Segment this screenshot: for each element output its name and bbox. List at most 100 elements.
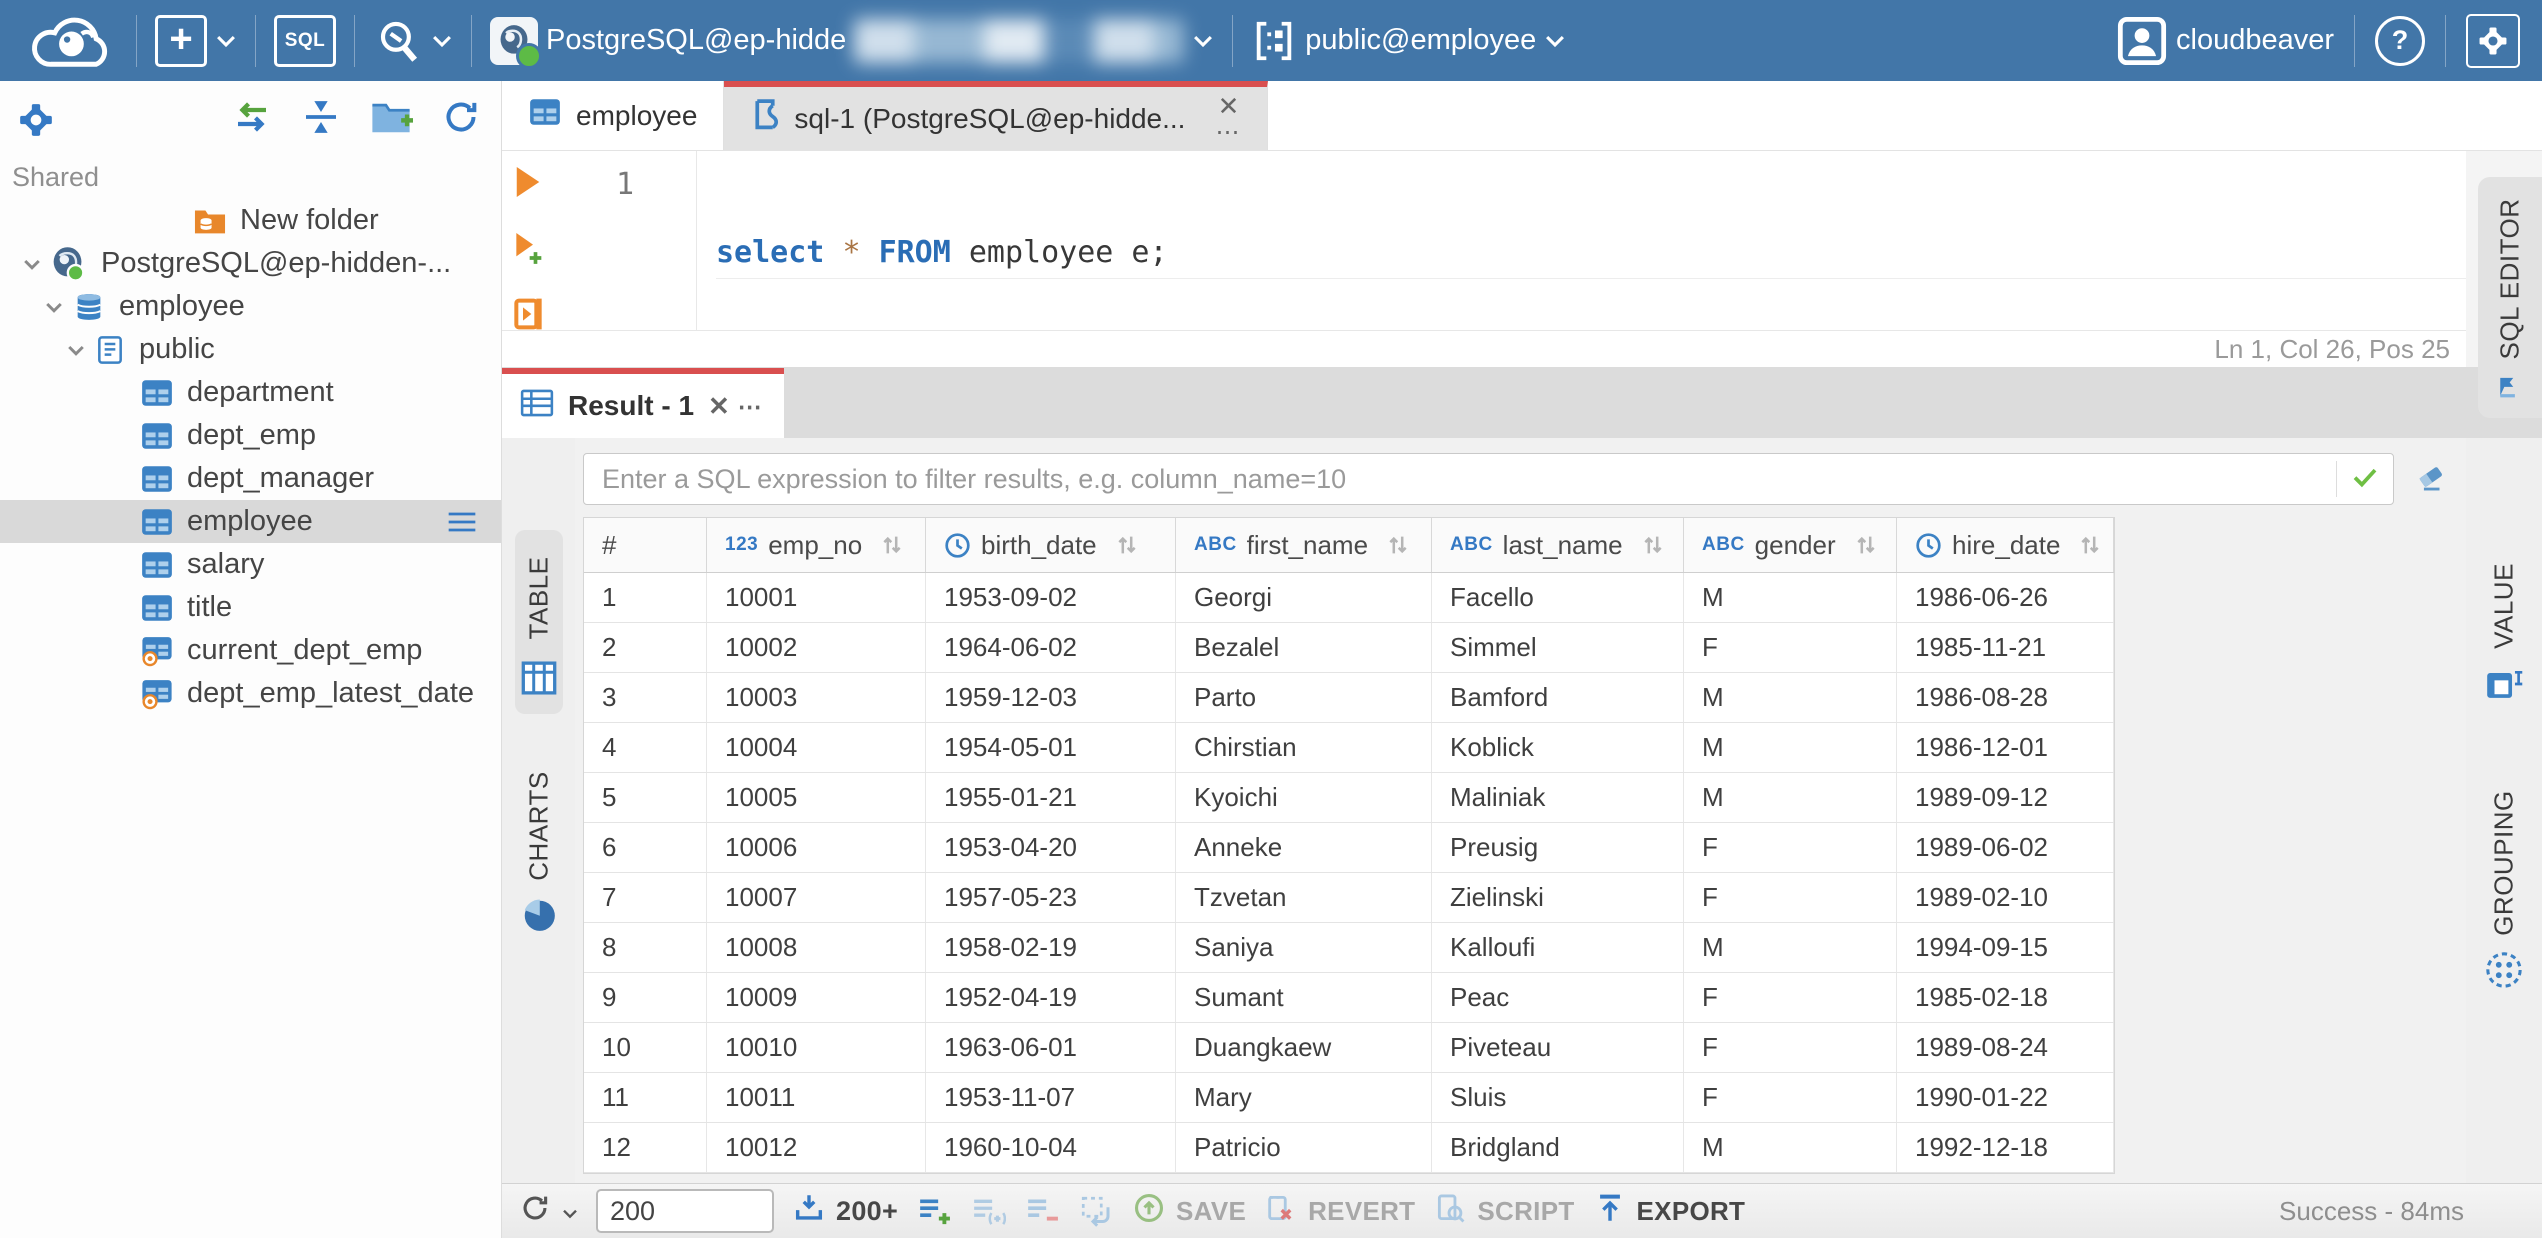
table-cell[interactable]: 1986-06-26 [1897, 573, 2114, 622]
settings-button[interactable] [2466, 13, 2520, 68]
code-area[interactable]: select * FROM employee e; [698, 151, 2466, 331]
table-cell[interactable]: Piveteau [1432, 1023, 1684, 1072]
delete-row-button[interactable] [1024, 1193, 1060, 1229]
table-cell[interactable]: 10009 [707, 973, 926, 1022]
row-number-cell[interactable]: 1 [584, 573, 707, 622]
table-cell[interactable]: 10008 [707, 923, 926, 972]
chevron-down-icon[interactable] [64, 338, 88, 362]
table-cell[interactable]: Simmel [1432, 623, 1684, 672]
column-header-emp_no[interactable]: 123 emp_no [707, 518, 926, 572]
table-cell[interactable]: Kalloufi [1432, 923, 1684, 972]
table-cell[interactable]: 1953-09-02 [926, 573, 1176, 622]
table-cell[interactable]: 10005 [707, 773, 926, 822]
tree-item[interactable]: salary [0, 543, 501, 586]
table-cell[interactable]: Preusig [1432, 823, 1684, 872]
table-cell[interactable]: Duangkaew [1176, 1023, 1432, 1072]
tree-item[interactable]: dept_emp [0, 414, 501, 457]
table-cell[interactable]: 1952-04-19 [926, 973, 1176, 1022]
table-cell[interactable]: 10001 [707, 573, 926, 622]
table-cell[interactable]: 1989-09-12 [1897, 773, 2114, 822]
sort-icon[interactable] [878, 531, 906, 559]
table-cell[interactable]: 10012 [707, 1123, 926, 1172]
table-cell[interactable]: 1989-02-10 [1897, 873, 2114, 922]
table-cell[interactable]: 1989-08-24 [1897, 1023, 2114, 1072]
table-cell[interactable]: 10004 [707, 723, 926, 772]
settings-gear-icon[interactable] [16, 100, 56, 140]
new-sql-editor-button[interactable]: SQL [274, 14, 336, 67]
table-cell[interactable]: 1960-10-04 [926, 1123, 1176, 1172]
duplicate-row-button[interactable] [970, 1193, 1007, 1229]
tab-employee[interactable]: employee [502, 81, 725, 150]
export-button[interactable]: EXPORT [1593, 1191, 1746, 1232]
column-header-rownum[interactable]: # [584, 518, 707, 572]
table-cell[interactable]: 1953-04-20 [926, 823, 1176, 872]
tree-item[interactable]: dept_manager [0, 457, 501, 500]
table-cell[interactable]: Bamford [1432, 673, 1684, 722]
table-cell[interactable]: Georgi [1176, 573, 1432, 622]
revert-button[interactable]: REVERT [1264, 1191, 1415, 1232]
save-button[interactable]: SAVE [1132, 1191, 1246, 1232]
tree-item[interactable]: public [0, 328, 501, 371]
tab-value[interactable]: VALUE [2481, 538, 2527, 718]
filter-input[interactable] [584, 463, 2336, 495]
table-cell[interactable]: M [1684, 923, 1897, 972]
sort-icon[interactable] [1852, 531, 1880, 559]
tree-item[interactable]: PostgreSQL@ep-hidden-... [0, 242, 501, 285]
row-number-cell[interactable]: 6 [584, 823, 707, 872]
table-cell[interactable]: M [1684, 673, 1897, 722]
new-folder-icon[interactable] [369, 98, 413, 141]
table-cell[interactable]: F [1684, 823, 1897, 872]
table-cell[interactable]: Bridgland [1432, 1123, 1684, 1172]
table-cell[interactable]: Anneke [1176, 823, 1432, 872]
collapse-all-icon[interactable] [301, 97, 341, 142]
table-cell[interactable]: Sluis [1432, 1073, 1684, 1122]
column-header-hire_date[interactable]: hire_date [1897, 518, 2114, 572]
script-button[interactable]: SCRIPT [1433, 1191, 1574, 1232]
connection-selector[interactable]: PostgreSQL@ep-hidde [490, 16, 1214, 69]
row-number-cell[interactable]: 3 [584, 673, 707, 722]
table-cell[interactable]: 1954-05-01 [926, 723, 1176, 772]
result-more-icon[interactable]: ⋯ [738, 394, 764, 421]
fetch-more-button[interactable]: 200+ [792, 1191, 898, 1232]
table-cell[interactable]: Parto [1176, 673, 1432, 722]
add-row-button[interactable] [916, 1193, 952, 1229]
driver-tools-button[interactable] [373, 16, 453, 66]
column-header-birth_date[interactable]: birth_date [926, 518, 1176, 572]
table-cell[interactable]: 1990-01-22 [1897, 1073, 2114, 1122]
tab-sql-editor[interactable]: SQL EDITOR [2478, 177, 2542, 418]
table-cell[interactable]: 1986-08-28 [1897, 673, 2114, 722]
table-cell[interactable]: 1964-06-02 [926, 623, 1176, 672]
apply-filter-button[interactable] [2337, 462, 2393, 497]
table-cell[interactable]: 1963-06-01 [926, 1023, 1176, 1072]
cloudbeaver-logo[interactable] [22, 9, 118, 73]
table-cell[interactable]: 1989-06-02 [1897, 823, 2114, 872]
tab-result-1[interactable]: Result - 1 ✕ ⋯ [502, 368, 784, 438]
table-cell[interactable]: Sumant [1176, 973, 1432, 1022]
table-cell[interactable]: 1955-01-21 [926, 773, 1176, 822]
table-cell[interactable]: Patricio [1176, 1123, 1432, 1172]
sort-icon[interactable] [1113, 531, 1141, 559]
row-number-cell[interactable]: 7 [584, 873, 707, 922]
table-cell[interactable]: Mary [1176, 1073, 1432, 1122]
tree-item[interactable]: dept_emp_latest_date [0, 672, 501, 715]
close-tab-icon[interactable]: ✕ [1218, 93, 1240, 119]
apply-changes-button[interactable] [1078, 1193, 1114, 1229]
tab-table[interactable]: TABLE [514, 530, 563, 714]
chevron-down-icon[interactable] [42, 295, 66, 319]
table-cell[interactable]: F [1684, 1073, 1897, 1122]
table-cell[interactable]: F [1684, 1023, 1897, 1072]
table-cell[interactable]: 10007 [707, 873, 926, 922]
table-cell[interactable]: 1959-12-03 [926, 673, 1176, 722]
table-cell[interactable]: Zielinski [1432, 873, 1684, 922]
tab-more-icon[interactable]: ⋯ [1215, 120, 1241, 145]
table-cell[interactable]: M [1684, 723, 1897, 772]
tree-item[interactable]: title [0, 586, 501, 629]
execute-new-tab-icon[interactable] [513, 230, 543, 271]
schema-selector[interactable]: public@employee [1251, 18, 1566, 64]
help-button[interactable]: ? [2375, 15, 2425, 66]
row-number-cell[interactable]: 4 [584, 723, 707, 772]
table-cell[interactable]: Chirstian [1176, 723, 1432, 772]
table-cell[interactable]: Kyoichi [1176, 773, 1432, 822]
tree-item[interactable]: employee [0, 285, 501, 328]
refresh-icon[interactable] [441, 97, 481, 142]
